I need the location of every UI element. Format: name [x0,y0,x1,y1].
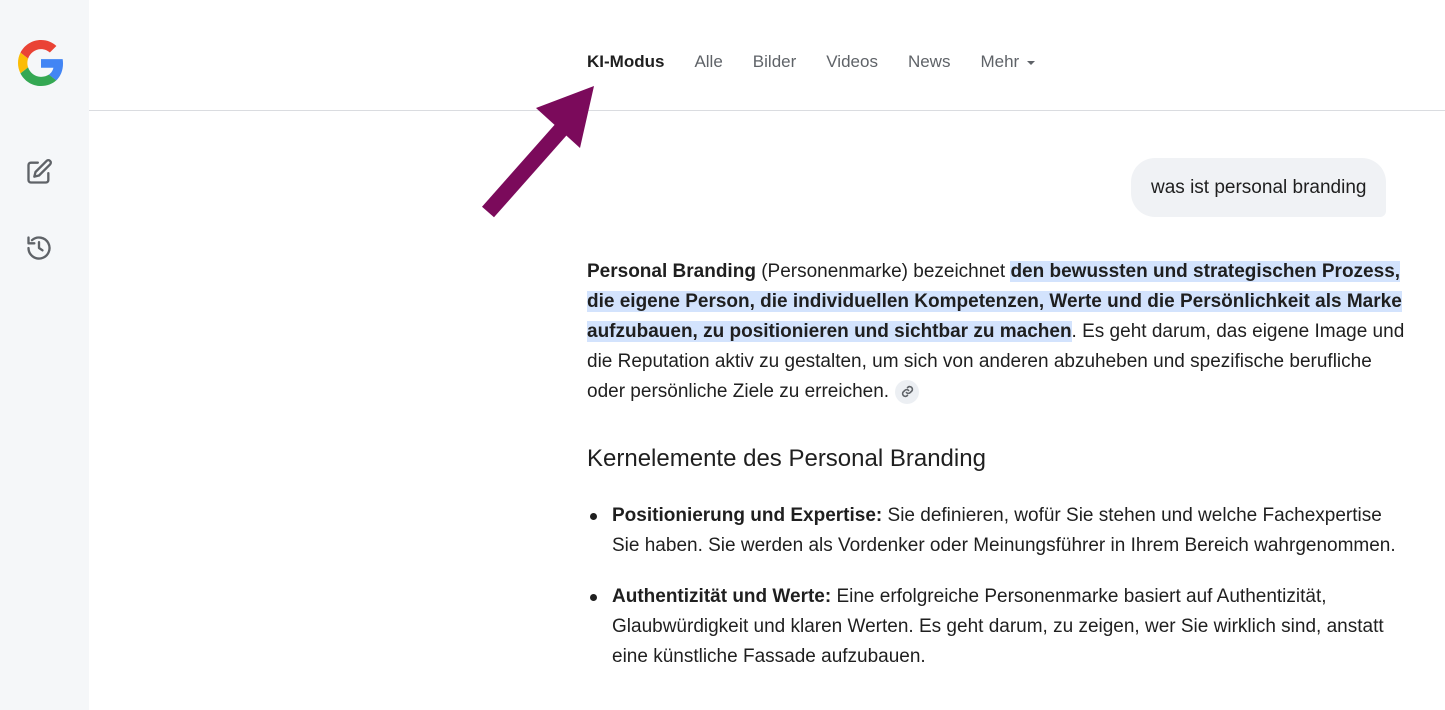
search-tabs: KI-Modus Alle Bilder Videos News Mehr [587,52,1065,72]
answer-term: Personal Branding [587,261,756,282]
link-icon [901,386,913,398]
tab-mehr[interactable]: Mehr [980,52,1036,72]
list-item-title: Positionierung und Expertise: [612,505,883,526]
bullet-dot [590,594,597,601]
section-heading: Kernelemente des Personal Branding [587,445,986,472]
user-query-bubble: was ist personal branding [1131,158,1387,217]
ai-answer: Personal Branding (Personenmarke) bezeic… [587,257,1407,407]
tab-alle[interactable]: Alle [694,52,722,72]
top-bar: KI-Modus Alle Bilder Videos News Mehr [89,0,1445,111]
chevron-down-icon [1027,61,1036,65]
tab-mehr-label: Mehr [980,52,1020,71]
source-link-button[interactable] [895,379,920,404]
user-query-text: was ist personal branding [1151,176,1367,198]
bullet-list: Positionierung und Expertise: Sie defini… [587,501,1397,693]
edit-icon [25,158,53,191]
history-icon [25,234,53,267]
history-button[interactable] [21,232,57,268]
answer-paragraph: Personal Branding (Personenmarke) bezeic… [587,257,1407,407]
answer-term-paren: (Personenmarke) bezeichnet [755,261,1011,282]
list-item: Positionierung und Expertise: Sie defini… [587,501,1397,561]
bullet-dot [590,513,597,520]
list-item: Authentizität und Werte: Eine erfolgreic… [587,582,1397,672]
tab-bilder[interactable]: Bilder [753,52,796,72]
new-chat-button[interactable] [21,156,57,192]
sidebar [0,0,89,710]
tab-videos[interactable]: Videos [826,52,878,72]
tab-news[interactable]: News [908,52,951,72]
annotation-arrow-icon [482,86,594,218]
google-logo-icon[interactable] [18,40,64,86]
list-item-title: Authentizität und Werte: [612,586,832,607]
tab-ki-modus[interactable]: KI-Modus [587,52,664,72]
